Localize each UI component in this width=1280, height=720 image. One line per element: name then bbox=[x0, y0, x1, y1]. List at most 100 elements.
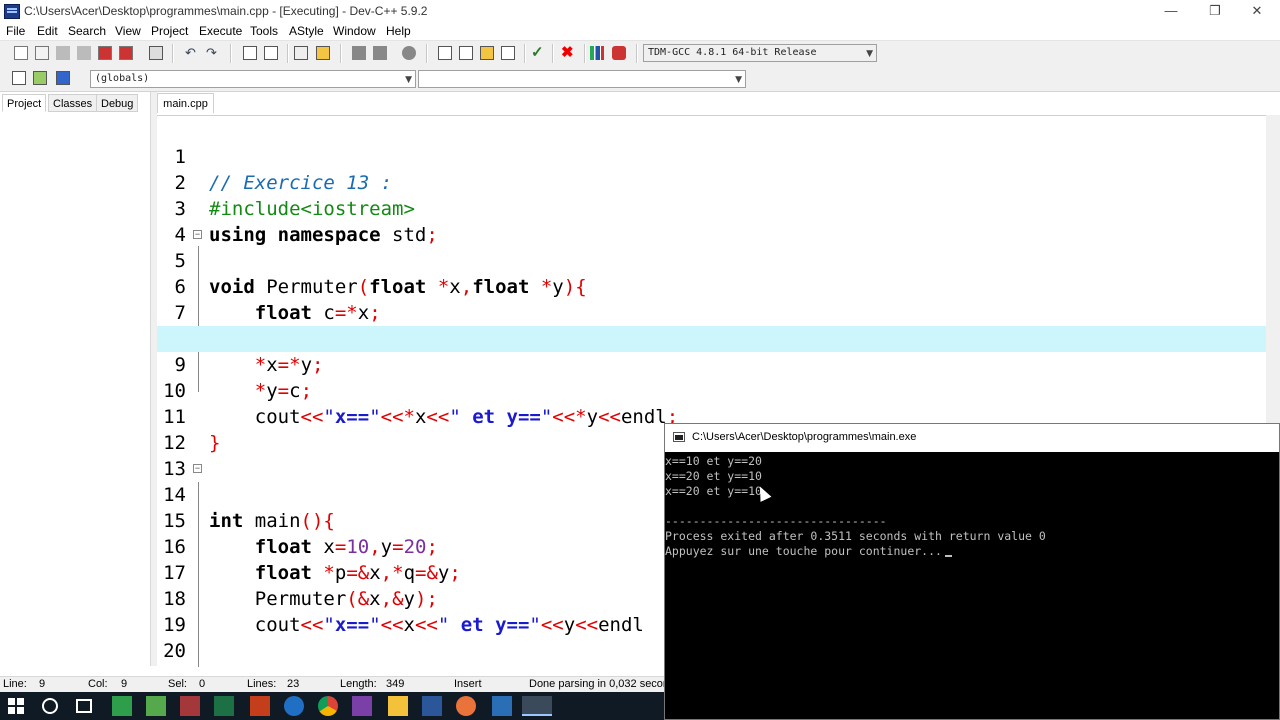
code-line: 5 void Permuter(float *x,float *y){ bbox=[157, 222, 1266, 298]
window-title-bar: C:\Users\Acer\Desktop\programmes\main.cp… bbox=[0, 0, 1280, 22]
menu-help[interactable]: Help bbox=[386, 24, 411, 38]
insert-icon[interactable] bbox=[12, 71, 26, 85]
app-orange-icon[interactable] bbox=[456, 696, 476, 716]
fold-toggle-icon[interactable]: − bbox=[193, 230, 202, 239]
toolbar-separator bbox=[340, 44, 342, 63]
code-line: 7 cout<<"x=="<<*x<<" et y=="<<*y<<endl; bbox=[157, 274, 1266, 350]
file-tab-main-cpp[interactable]: main.cpp bbox=[157, 93, 214, 113]
status-lines-label: Lines: bbox=[247, 678, 277, 690]
menu-view[interactable]: View bbox=[115, 24, 141, 38]
menu-astyle[interactable]: AStyle bbox=[289, 24, 324, 38]
scope-select[interactable]: (globals) ▼ bbox=[90, 70, 416, 88]
console-line: x==20 et y==10 bbox=[665, 469, 762, 483]
word-icon[interactable] bbox=[422, 696, 442, 716]
main-toolbar: ↶ ↷ ✓ ✖ TDM-GCC 4.8.1 64-bit Release ▼ bbox=[0, 40, 1280, 67]
fold-toggle-icon[interactable]: − bbox=[193, 464, 202, 473]
console-window[interactable]: C:\Users\Acer\Desktop\programmes\main.ex… bbox=[664, 423, 1280, 720]
access-icon[interactable] bbox=[180, 696, 200, 716]
code-line: 8 *x=*y; bbox=[157, 300, 1266, 376]
close-file-icon[interactable] bbox=[98, 46, 112, 60]
tile-icon[interactable] bbox=[501, 46, 515, 60]
menu-window[interactable]: Window bbox=[333, 24, 376, 38]
grid-icon[interactable] bbox=[438, 46, 452, 60]
toolbar-separator bbox=[636, 44, 638, 63]
code-line: 6 float c=*x; bbox=[157, 248, 1266, 324]
windows-start-icon[interactable] bbox=[8, 698, 24, 714]
toolbar-separator bbox=[584, 44, 586, 63]
find-icon[interactable] bbox=[243, 46, 257, 60]
scope-select-value: (globals) bbox=[95, 73, 150, 84]
delete-profile-icon[interactable] bbox=[612, 46, 626, 60]
check-syntax-icon[interactable]: ✓ bbox=[531, 45, 545, 60]
devcpp-icon[interactable] bbox=[522, 696, 552, 716]
console-title: C:\Users\Acer\Desktop\programmes\main.ex… bbox=[692, 431, 917, 443]
restore-button[interactable]: ❐ bbox=[1192, 0, 1238, 22]
toolbar-separator bbox=[172, 44, 174, 63]
edge-icon[interactable] bbox=[284, 696, 304, 716]
app-blue-icon[interactable] bbox=[492, 696, 512, 716]
menu-file[interactable]: File bbox=[6, 24, 25, 38]
indent-icon[interactable] bbox=[294, 46, 308, 60]
console-line: x==10 et y==20 bbox=[665, 454, 762, 468]
goto-icon[interactable] bbox=[33, 71, 47, 85]
save-all-icon[interactable] bbox=[77, 46, 91, 60]
code-line: 11 } bbox=[157, 378, 1266, 454]
toolbar-separator bbox=[524, 44, 526, 63]
open-file-icon[interactable] bbox=[35, 46, 49, 60]
tab-project[interactable]: Project bbox=[2, 94, 47, 112]
toggle-icon[interactable] bbox=[56, 71, 70, 85]
window-icon[interactable] bbox=[459, 46, 473, 60]
chart-profile-icon[interactable] bbox=[590, 46, 604, 60]
goto-back-icon[interactable] bbox=[352, 46, 366, 60]
member-select[interactable]: ▼ bbox=[418, 70, 746, 88]
visual-studio-icon[interactable] bbox=[352, 696, 372, 716]
current-code-line: 9 *y=c; bbox=[157, 326, 1266, 402]
console-title-bar[interactable]: C:\Users\Acer\Desktop\programmes\main.ex… bbox=[665, 424, 1279, 452]
code-line: 10 cout<<"x=="<<*x<<" et y=="<<*y<<endl; bbox=[157, 352, 1266, 428]
print-icon[interactable] bbox=[149, 46, 163, 60]
code-line: 1 // Exercice 13 : bbox=[157, 118, 1266, 194]
undo-icon[interactable]: ↶ bbox=[185, 46, 199, 60]
close-button[interactable]: ✕ bbox=[1234, 0, 1280, 22]
status-bar: Line: 9 Col: 9 Sel: 0 Lines: 23 Length: … bbox=[0, 676, 669, 693]
status-line-label: Line: bbox=[3, 678, 27, 690]
minimize-button[interactable]: — bbox=[1148, 0, 1194, 22]
tab-classes[interactable]: Classes bbox=[48, 94, 98, 112]
menu-project[interactable]: Project bbox=[151, 24, 188, 38]
menu-tools[interactable]: Tools bbox=[250, 24, 278, 38]
menu-bar: File Edit Search View Project Execute To… bbox=[0, 22, 1280, 40]
stop-execution-icon[interactable]: ✖ bbox=[561, 45, 575, 60]
cortana-icon[interactable] bbox=[42, 698, 58, 714]
compiler-select[interactable]: TDM-GCC 4.8.1 64-bit Release ▼ bbox=[643, 44, 877, 62]
bookmark-icon[interactable] bbox=[402, 46, 416, 60]
powerpoint-icon[interactable] bbox=[250, 696, 270, 716]
file-explorer-icon[interactable] bbox=[388, 696, 408, 716]
console-line: x==20 et y==10 bbox=[665, 484, 762, 498]
code-line: 2 #include<iostream> bbox=[157, 144, 1266, 220]
task-view-icon[interactable] bbox=[76, 699, 92, 713]
status-insert-mode: Insert bbox=[454, 678, 482, 690]
toolbar-separator bbox=[230, 44, 232, 63]
status-message: Done parsing in 0,032 secon bbox=[529, 678, 670, 690]
spreadsheet-icon[interactable] bbox=[146, 696, 166, 716]
excel-icon[interactable] bbox=[214, 696, 234, 716]
close-all-icon[interactable] bbox=[119, 46, 133, 60]
layout-icon[interactable] bbox=[480, 46, 494, 60]
unindent-icon[interactable] bbox=[316, 46, 330, 60]
app-green-icon[interactable] bbox=[112, 696, 132, 716]
replace-icon[interactable] bbox=[264, 46, 278, 60]
line-number: 21 bbox=[157, 664, 186, 667]
menu-edit[interactable]: Edit bbox=[37, 24, 58, 38]
status-lines-value: 23 bbox=[287, 678, 300, 690]
save-icon[interactable] bbox=[56, 46, 70, 60]
menu-search[interactable]: Search bbox=[68, 24, 106, 38]
redo-icon[interactable]: ↷ bbox=[206, 46, 220, 60]
menu-execute[interactable]: Execute bbox=[199, 24, 242, 38]
editor-vertical-scrollbar[interactable] bbox=[1266, 115, 1280, 425]
status-sel-label: Sel: bbox=[168, 678, 187, 690]
new-file-icon[interactable] bbox=[14, 46, 28, 60]
goto-forward-icon[interactable] bbox=[373, 46, 387, 60]
chrome-icon[interactable] bbox=[318, 696, 338, 716]
tab-debug[interactable]: Debug bbox=[96, 94, 139, 112]
code-line: 4 bbox=[157, 196, 1266, 246]
